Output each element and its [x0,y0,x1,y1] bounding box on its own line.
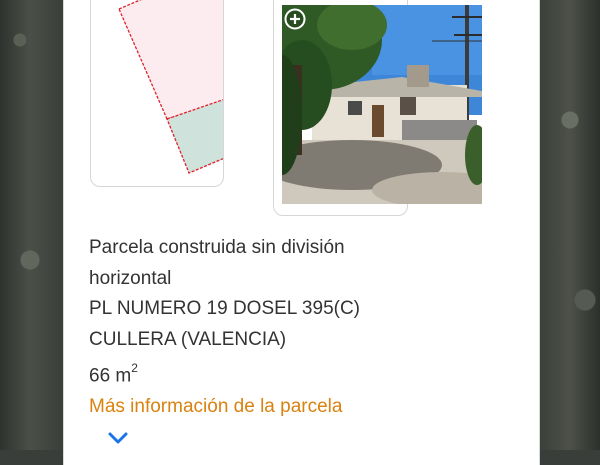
parcel-municipality: CULLERA (VALENCIA) [89,328,287,350]
chevron-down-icon[interactable] [107,430,129,446]
parcel-details: Parcela construida sin división horizont… [89,233,489,422]
parcel-area: 66 m2 [89,355,489,392]
parcel-plan-thumbnail[interactable] [90,0,224,187]
parcel-area-exponent: 2 [131,361,138,375]
zoom-in-icon[interactable] [284,8,306,30]
parcel-plan-drawing [118,0,223,174]
parcel-address: PL NUMERO 19 DOSEL 395(C) [89,298,361,319]
parcel-type-line2: horizontal [89,267,172,289]
more-parcel-info-link[interactable]: Más información de la parcela [89,392,489,423]
parcel-photo[interactable] [282,5,482,204]
parcel-type-line1: Parcela construida sin división [89,237,345,258]
parcel-area-value: 66 m [89,365,132,387]
